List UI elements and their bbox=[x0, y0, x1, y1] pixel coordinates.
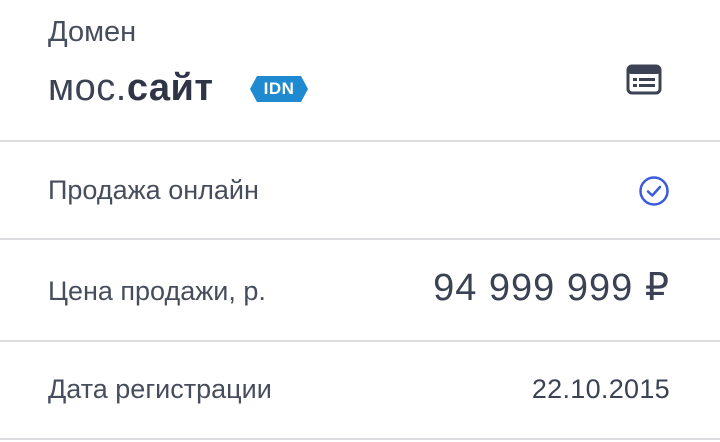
domain-info-card: Домен мос.сайт IDN Продажа онлайн Цена п… bbox=[0, 0, 720, 442]
domain-name-zone: сайт bbox=[126, 67, 214, 109]
whois-button[interactable] bbox=[626, 64, 662, 96]
domain-name-prefix: мос. bbox=[48, 67, 127, 109]
document-window-icon bbox=[626, 64, 662, 95]
online-sale-label: Продажа онлайн bbox=[48, 175, 259, 205]
divider bbox=[0, 140, 720, 142]
domain-label: Домен bbox=[48, 16, 137, 48]
divider bbox=[0, 238, 720, 240]
sale-price-label: Цена продажи, р. bbox=[48, 276, 266, 306]
check-circle-icon bbox=[638, 175, 670, 207]
registration-date-value: 22.10.2015 bbox=[531, 374, 670, 404]
idn-badge-label: IDN bbox=[263, 79, 295, 98]
registration-date-label: Дата регистрации bbox=[48, 374, 272, 404]
divider bbox=[0, 438, 720, 440]
idn-badge: IDN bbox=[250, 76, 308, 102]
sale-price-value: 94 999 999 ₽ bbox=[433, 267, 670, 309]
divider bbox=[0, 340, 720, 342]
domain-name: мос.сайт bbox=[48, 64, 214, 112]
